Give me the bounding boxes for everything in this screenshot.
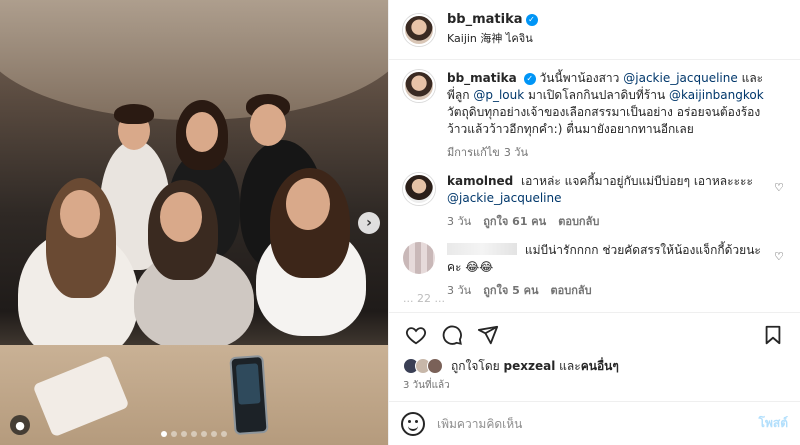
person-head <box>250 104 286 146</box>
author-username[interactable]: bb_matika <box>447 12 523 27</box>
mention-link[interactable]: @jackie_jacqueline <box>623 71 738 85</box>
comment-username-blurred[interactable] <box>447 243 517 255</box>
caption-body: bb_matika ✓ วันนี้พาน้องสาว @jackie_jacqu… <box>447 70 786 161</box>
mention-link[interactable]: @p_louk <box>473 88 524 102</box>
post-detail-panel: bb_matika ✓ Kaijin 海神 ไคจิน bb_matika ✓ วั… <box>388 0 800 445</box>
likes-summary: ถูกใจโดย pexzeal และ คนอื่นๆ <box>403 356 786 376</box>
emoji-icon[interactable] <box>401 411 425 436</box>
verified-badge-icon: ✓ <box>525 14 538 26</box>
carousel-dot <box>161 431 167 437</box>
heart-icon[interactable]: ♡ <box>774 250 786 263</box>
mention-link[interactable]: @jackie_jacqueline <box>447 191 562 205</box>
carousel-dot <box>211 431 217 437</box>
faded-comment: ... 22 ... <box>403 292 445 305</box>
caption-text: วัตถุดิบทุกอย่างเจ้าของเลือกสรรมาเป็นอย่… <box>447 105 761 136</box>
post-time: 3 วันที่แล้ว <box>403 380 450 391</box>
commenter-avatar[interactable] <box>403 242 435 274</box>
caption-time: 3 วัน <box>503 146 529 159</box>
chevron-right-icon: › <box>366 215 372 231</box>
comment-icon <box>442 325 462 345</box>
caption-username[interactable]: bb_matika <box>447 71 517 85</box>
comment-text: เอาหล่ะ แจคกี้มาอยู่กับแม่บีบ่อยๆ เอาหละ… <box>521 174 753 188</box>
bookmark-icon <box>765 325 781 344</box>
post-photo[interactable]: › ● <box>0 0 388 445</box>
caption-text: มาเปิดโลกกินปลาดิบที่ร้าน <box>528 88 666 102</box>
heart-icon <box>406 326 426 344</box>
comment-body: แม่บีน่ารักกกก ช่วยคัดสรรให้น้องแจ็กกี้ด… <box>447 242 786 299</box>
carousel-dot <box>191 431 197 437</box>
likes-middle: และ <box>559 358 581 373</box>
post-comment-button[interactable]: โพสต์ <box>759 414 788 433</box>
author-avatar[interactable] <box>403 13 435 46</box>
liker-avatar <box>427 358 443 374</box>
like-button[interactable] <box>401 320 431 350</box>
caption: bb_matika ✓ วันนี้พาน้องสาว @jackie_jacqu… <box>403 70 786 161</box>
commenter-avatar[interactable] <box>403 173 435 205</box>
person-head <box>160 192 202 242</box>
comment-body: kamolned เอาหล่ะ แจคกี้มาอยู่กับแม่บีบ่อ… <box>447 173 786 230</box>
comment-input[interactable] <box>437 416 759 431</box>
photo-phone <box>229 354 269 436</box>
comment-time: 3 วัน <box>447 215 472 228</box>
save-button[interactable] <box>758 320 788 350</box>
comment-username[interactable]: kamolned <box>447 174 513 188</box>
heart-icon[interactable]: ♡ <box>774 181 786 194</box>
liker-username[interactable]: pexzeal <box>504 359 556 373</box>
carousel-dot <box>181 431 187 437</box>
share-button[interactable] <box>473 320 503 350</box>
carousel-next-button[interactable]: › <box>358 212 380 234</box>
caption-meta: มีการแก้ไข 3 วัน <box>447 144 768 161</box>
person-head <box>186 112 218 152</box>
comment-button[interactable] <box>437 320 467 350</box>
carousel-dot <box>221 431 227 437</box>
author-info: bb_matika ✓ Kaijin 海神 ไคจิน <box>447 12 538 47</box>
carousel-dot <box>171 431 177 437</box>
reply-button[interactable]: ตอบกลับ <box>558 213 599 230</box>
edited-label: มีการแก้ไข <box>447 146 500 159</box>
share-icon <box>477 325 499 344</box>
comment-item: kamolned เอาหล่ะ แจคกี้มาอยู่กับแม่บีบ่อ… <box>403 173 786 230</box>
comment-item: แม่บีน่ารักกกก ช่วยคัดสรรให้น้องแจ็กกี้ด… <box>403 242 786 299</box>
add-comment-bar: โพสต์ <box>389 401 800 445</box>
carousel-dot <box>201 431 207 437</box>
action-bar <box>389 312 800 356</box>
comment-meta: 3 วัน ถูกใจ 61 คน ตอบกลับ <box>447 213 768 230</box>
comments-list[interactable]: bb_matika ✓ วันนี้พาน้องสาว @jackie_jacqu… <box>389 60 800 312</box>
post-header: bb_matika ✓ Kaijin 海神 ไคจิน <box>389 0 800 60</box>
author-avatar[interactable] <box>403 70 435 102</box>
liker-avatars[interactable] <box>403 358 443 374</box>
person-hair <box>114 104 154 124</box>
person-head <box>60 190 100 238</box>
comment-likes[interactable]: ถูกใจ 61 คน <box>483 213 546 230</box>
likes-others[interactable]: คนอื่นๆ <box>581 357 619 376</box>
verified-badge-icon: ✓ <box>523 73 536 85</box>
carousel-dots <box>0 431 388 437</box>
likes-prefix: ถูกใจโดย <box>451 358 500 373</box>
post-location[interactable]: Kaijin 海神 ไคจิน <box>447 29 538 47</box>
person-head <box>286 178 330 230</box>
caption-text: วันนี้พาน้องสาว <box>539 71 620 85</box>
mention-link[interactable]: @kaijinbangkok <box>669 88 764 102</box>
